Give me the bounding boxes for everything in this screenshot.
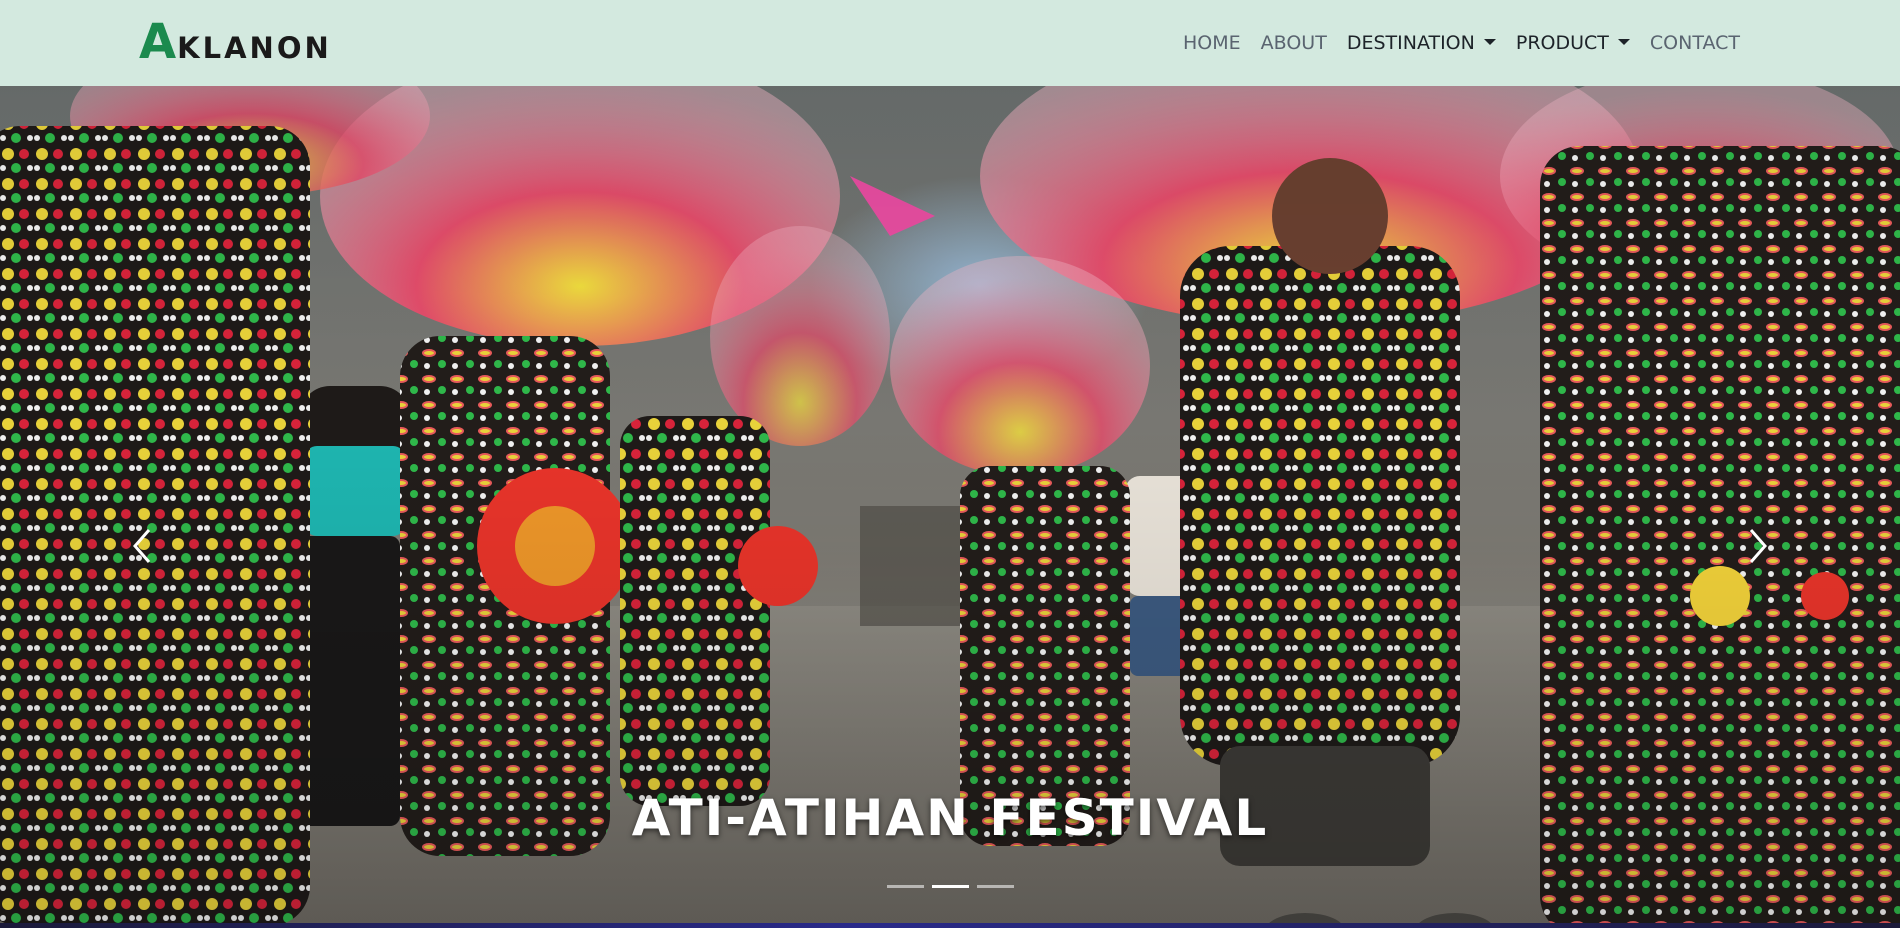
nav-about-link[interactable]: ABOUT [1251, 23, 1337, 63]
nav-menu: HOME ABOUT DESTINATION PRODUCT CONTACT [1173, 0, 1750, 86]
caret-down-icon [1617, 39, 1630, 45]
brand-name: KLANON [177, 31, 332, 65]
carousel-caption: ATI-ATIHAN FESTIVAL [631, 789, 1269, 847]
nav-contact-link[interactable]: CONTACT [1640, 23, 1750, 63]
chevron-right-icon [1749, 529, 1767, 563]
carousel-indicator-2[interactable] [931, 885, 969, 888]
carousel-next-button[interactable] [1738, 526, 1778, 566]
top-navbar: A KLANON HOME ABOUT DESTINATION PRODUCT … [0, 0, 1900, 86]
nav-about-label: ABOUT [1260, 32, 1327, 54]
hero-carousel: ATI-ATIHAN FESTIVAL [0, 86, 1900, 923]
nav-product-label: PRODUCT [1515, 32, 1609, 54]
carousel-indicator-3[interactable] [976, 885, 1014, 888]
carousel-prev-button[interactable] [122, 526, 162, 566]
caret-down-icon [1483, 39, 1496, 45]
nav-home-link[interactable]: HOME [1173, 23, 1251, 63]
chevron-left-icon [133, 529, 151, 563]
nav-home-label: HOME [1183, 32, 1241, 54]
nav-contact-label: CONTACT [1649, 32, 1740, 54]
carousel-bottom-edge [0, 923, 1900, 928]
carousel-indicators [0, 885, 1900, 888]
brand-initial: A [139, 14, 177, 70]
nav-destination-dropdown[interactable]: DESTINATION [1337, 23, 1506, 63]
brand-logo[interactable]: A KLANON [139, 16, 332, 68]
nav-destination-label: DESTINATION [1346, 32, 1475, 54]
carousel-indicator-1[interactable] [886, 885, 924, 888]
nav-product-dropdown[interactable]: PRODUCT [1506, 23, 1640, 63]
